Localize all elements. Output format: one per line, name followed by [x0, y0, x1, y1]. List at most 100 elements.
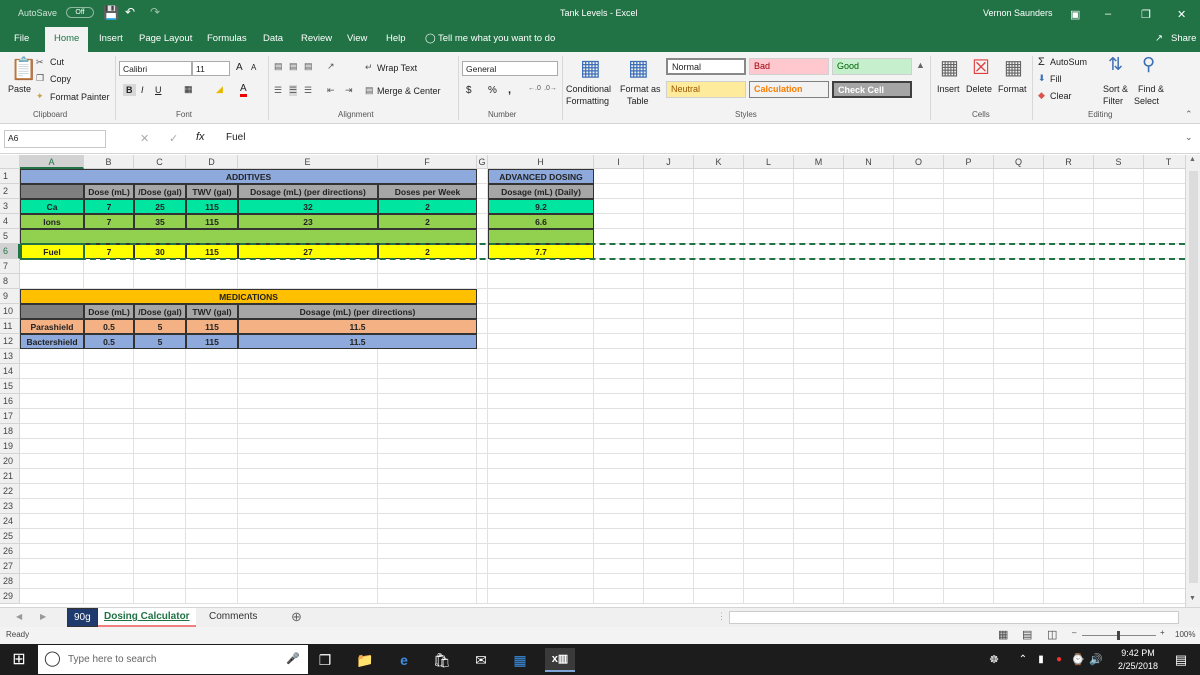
row-header-18[interactable]: 18 — [0, 424, 20, 439]
grid-cell[interactable] — [84, 454, 134, 469]
grid-cell[interactable] — [694, 514, 744, 529]
grid-cell[interactable] — [1044, 214, 1094, 229]
row-header-16[interactable]: 16 — [0, 394, 20, 409]
grid-cell[interactable] — [84, 274, 134, 289]
grid-cell[interactable] — [694, 469, 744, 484]
grid-cell[interactable] — [794, 364, 844, 379]
grid-cell[interactable] — [644, 379, 694, 394]
grid-cell[interactable] — [1044, 379, 1094, 394]
grid-cell[interactable] — [644, 244, 694, 259]
grid-cell[interactable] — [488, 259, 594, 274]
grid-cell[interactable] — [794, 319, 844, 334]
style-bad[interactable]: Bad — [749, 58, 829, 75]
grid-cell[interactable] — [744, 574, 794, 589]
grid-cell[interactable] — [844, 544, 894, 559]
increase-indent-icon[interactable]: ⇥ — [345, 85, 353, 96]
grid-cell[interactable] — [1044, 394, 1094, 409]
grid-cell[interactable] — [20, 574, 84, 589]
grid-cell[interactable] — [1094, 514, 1144, 529]
grid-cell[interactable] — [238, 394, 378, 409]
row-header-27[interactable]: 27 — [0, 559, 20, 574]
grid-cell[interactable] — [594, 169, 644, 184]
grid-cell[interactable] — [378, 559, 477, 574]
excel-taskbar-icon[interactable]: x▥ — [545, 648, 575, 672]
row-header-13[interactable]: 13 — [0, 349, 20, 364]
grid-cell[interactable] — [844, 514, 894, 529]
grid-cell[interactable] — [794, 349, 844, 364]
find-select-icon[interactable]: ⚲ — [1142, 54, 1155, 75]
medication-value[interactable]: 5 — [134, 319, 186, 334]
grid-cell[interactable] — [84, 364, 134, 379]
grid-cell[interactable] — [694, 214, 744, 229]
grid-cell[interactable] — [844, 214, 894, 229]
grid-cell[interactable] — [20, 274, 84, 289]
grid-cell[interactable] — [488, 364, 594, 379]
grid-cell[interactable] — [794, 589, 844, 604]
row-header-3[interactable]: 3 — [0, 199, 20, 214]
grid-cell[interactable] — [694, 454, 744, 469]
medication-value[interactable]: 115 — [186, 319, 238, 334]
grid-cell[interactable] — [844, 529, 894, 544]
column-header-E[interactable]: E — [238, 155, 378, 169]
grid-cell[interactable] — [186, 559, 238, 574]
grid-cell[interactable] — [894, 184, 944, 199]
grid-cell[interactable] — [20, 424, 84, 439]
grid-cell[interactable] — [594, 364, 644, 379]
grid-cell[interactable] — [238, 589, 378, 604]
style-neutral[interactable]: Neutral — [666, 81, 746, 98]
row-header-22[interactable]: 22 — [0, 484, 20, 499]
grid-cell[interactable] — [84, 559, 134, 574]
grid-cell[interactable] — [238, 379, 378, 394]
wrap-text-button[interactable]: Wrap Text — [377, 63, 417, 73]
grid-cell[interactable] — [894, 259, 944, 274]
grid-cell[interactable] — [134, 559, 186, 574]
grid-cell[interactable] — [694, 244, 744, 259]
row-header-25[interactable]: 25 — [0, 529, 20, 544]
grid-cell[interactable] — [488, 349, 594, 364]
zoom-level[interactable]: 100% — [1175, 630, 1195, 639]
grid-cell[interactable] — [844, 379, 894, 394]
grid-cell[interactable] — [644, 544, 694, 559]
grid-cell[interactable] — [238, 469, 378, 484]
grid-cell[interactable] — [944, 349, 994, 364]
grid-cell[interactable] — [794, 409, 844, 424]
grid-cell[interactable] — [794, 574, 844, 589]
font-name-select[interactable]: Calibri — [119, 61, 192, 76]
grid-cell[interactable] — [1044, 499, 1094, 514]
grid-cell[interactable] — [186, 454, 238, 469]
medications-column-header[interactable]: TWV (gal) — [186, 304, 238, 319]
grid-cell[interactable] — [1144, 559, 1185, 574]
grid-cell[interactable] — [944, 214, 994, 229]
grid-cell[interactable] — [944, 274, 994, 289]
grid-cell[interactable] — [944, 304, 994, 319]
vertical-scrollbar[interactable]: ▲ ▼ — [1185, 155, 1200, 607]
grid-cell[interactable] — [794, 289, 844, 304]
grid-cell[interactable] — [488, 289, 594, 304]
clear-button[interactable]: Clear — [1050, 91, 1072, 101]
grid-cell[interactable] — [378, 349, 477, 364]
grid-cell[interactable] — [20, 589, 84, 604]
additive-value[interactable]: 7 — [84, 244, 134, 259]
expand-formula-icon[interactable]: ⌄ — [1185, 132, 1193, 143]
additive-name[interactable]: Ions — [20, 214, 84, 229]
grid-cell[interactable] — [1044, 244, 1094, 259]
currency-button[interactable]: $ — [466, 85, 472, 96]
grid-cell[interactable] — [186, 274, 238, 289]
fill-button[interactable]: Fill — [1050, 74, 1062, 84]
paste-icon[interactable]: 📋 — [10, 56, 37, 82]
grid-cell[interactable] — [1144, 484, 1185, 499]
grid-cell[interactable] — [894, 484, 944, 499]
grid-cell[interactable] — [994, 574, 1044, 589]
grid-cell[interactable] — [594, 184, 644, 199]
grid-cell[interactable] — [1144, 259, 1185, 274]
row-header-5[interactable]: 5 — [0, 229, 20, 244]
grid-cell[interactable] — [944, 394, 994, 409]
medications-column-header[interactable]: Dose (mL) — [84, 304, 134, 319]
grid-cell[interactable] — [744, 289, 794, 304]
cut-button[interactable]: Cut — [50, 57, 64, 67]
grid-cell[interactable] — [20, 259, 84, 274]
grid-cell[interactable] — [378, 499, 477, 514]
grid-cell[interactable] — [894, 454, 944, 469]
grid-cell[interactable] — [944, 484, 994, 499]
grid-cell[interactable] — [488, 589, 594, 604]
